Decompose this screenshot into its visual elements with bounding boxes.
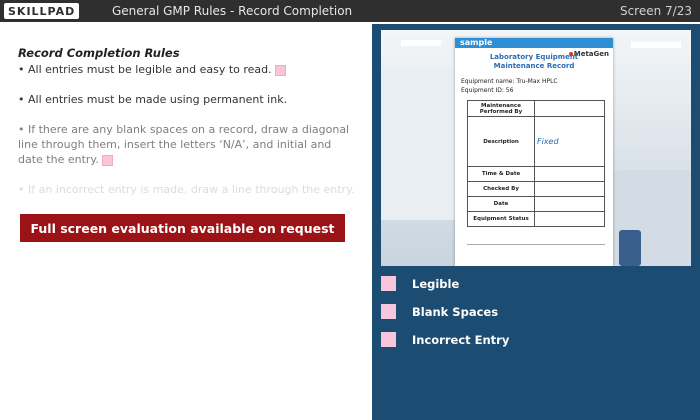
- option-legible-checkbox[interactable]: [381, 276, 396, 291]
- row-label: Equipment Status: [467, 211, 535, 227]
- lesson-title: General GMP Rules - Record Completion: [112, 4, 353, 18]
- screen-counter: Screen 7/23: [619, 4, 692, 18]
- table-row: Equipment Status: [467, 211, 605, 227]
- row-label: Time & Date: [467, 166, 535, 182]
- equipment-name: Equipment name: Tru-Max HPLC: [461, 78, 558, 85]
- option-incorrect-entry-checkbox[interactable]: [381, 332, 396, 347]
- table-row: Time & Date: [467, 166, 605, 182]
- table-row: Description Fixed: [467, 116, 605, 167]
- record-table: Maintenance Performed By Description Fixe…: [467, 100, 605, 227]
- ceiling-light: [631, 42, 681, 48]
- ceiling-light: [401, 40, 441, 46]
- equipment-id: Equipment ID: 56: [461, 87, 514, 94]
- rule-blank-spaces-text: • If there are any blank spaces on a rec…: [18, 123, 350, 166]
- rules-panel: Record Completion Rules • All entries mu…: [18, 46, 358, 212]
- table-row: Date: [467, 196, 605, 212]
- table-row: Maintenance Performed By: [467, 100, 605, 117]
- option-legible-label[interactable]: Legible: [412, 277, 459, 291]
- row-label: Description: [467, 116, 535, 167]
- rule-incorrect-entry: • If an incorrect entry is made, draw a …: [18, 183, 355, 196]
- row-value: [534, 181, 605, 197]
- document-signature-footer: [467, 244, 605, 257]
- row-value: [534, 211, 605, 227]
- option-incorrect-entry[interactable]: Incorrect Entry: [381, 332, 509, 347]
- row-label: Date: [467, 196, 535, 212]
- document-title-line1: Laboratory Equipment: [489, 53, 579, 61]
- option-legible[interactable]: Legible: [381, 276, 459, 291]
- rule-blank-spaces: • If there are any blank spaces on a rec…: [18, 122, 358, 167]
- option-incorrect-entry-label[interactable]: Incorrect Entry: [412, 333, 509, 347]
- logo-text: SKILLPAD: [8, 4, 76, 18]
- rule-legible-text: • All entries must be legible and easy t…: [18, 63, 272, 76]
- row-value: [534, 196, 605, 212]
- blank-marker-icon: [101, 154, 113, 166]
- top-bar: SKILLPAD General GMP Rules - Record Comp…: [0, 0, 700, 22]
- document-sample-tag: sample: [460, 38, 493, 47]
- evaluation-banner-button[interactable]: Full screen evaluation available on requ…: [20, 214, 345, 242]
- lab-photo: sample MetaGen Laboratory Equipment Main…: [381, 30, 691, 266]
- document-title-line2: Maintenance Record: [493, 62, 575, 70]
- row-label: Maintenance Performed By: [467, 100, 535, 117]
- rule-legible: • All entries must be legible and easy t…: [18, 62, 358, 77]
- skillpad-logo: SKILLPAD: [4, 3, 80, 19]
- document-title: Laboratory Equipment Maintenance Record: [455, 53, 613, 71]
- row-value: Fixed: [534, 116, 605, 167]
- table-row: Checked By: [467, 181, 605, 197]
- row-value: [534, 166, 605, 182]
- lab-stool: [619, 230, 641, 266]
- option-blank-spaces[interactable]: Blank Spaces: [381, 304, 498, 319]
- option-blank-spaces-checkbox[interactable]: [381, 304, 396, 319]
- rule-permanent-ink: • All entries must be made using permane…: [18, 93, 288, 106]
- rules-heading: Record Completion Rules: [18, 46, 180, 60]
- row-value: [534, 100, 605, 117]
- option-blank-spaces-label[interactable]: Blank Spaces: [412, 305, 498, 319]
- row-label: Checked By: [467, 181, 535, 197]
- maintenance-record-document: sample MetaGen Laboratory Equipment Main…: [455, 38, 613, 266]
- activity-panel: sample MetaGen Laboratory Equipment Main…: [372, 24, 700, 420]
- legible-marker-icon: [274, 64, 286, 76]
